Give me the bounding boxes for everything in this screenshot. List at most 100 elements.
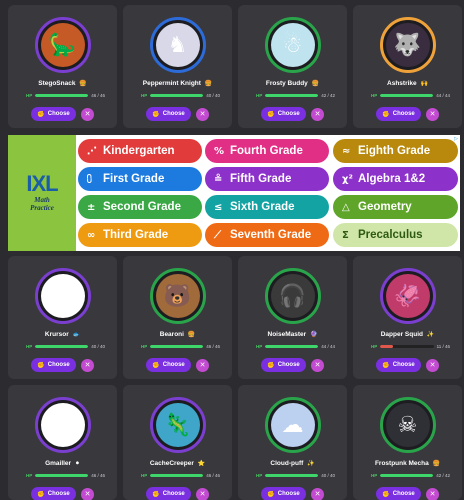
hand-icon: ✊ (267, 490, 275, 498)
monster-avatar[interactable]: 🦕 (34, 17, 91, 73)
dismiss-button[interactable]: ✕ (81, 107, 94, 121)
choose-button[interactable]: ✊ Choose (376, 487, 421, 500)
close-icon: ✕ (84, 110, 91, 118)
hand-icon: ✊ (382, 361, 390, 369)
hand-icon: ✊ (382, 490, 390, 498)
grade-link[interactable]: ± Second Grade (78, 195, 202, 219)
dismiss-button[interactable]: ✕ (311, 107, 324, 121)
choose-label: Choose (162, 491, 185, 497)
monster-avatar[interactable]: 🦑 (379, 268, 436, 324)
dismiss-button[interactable]: ✕ (311, 487, 324, 500)
monster-avatar[interactable]: ➤ (34, 268, 91, 324)
dismiss-button[interactable]: ✕ (81, 358, 94, 372)
hand-icon: ✊ (152, 110, 160, 118)
hp-value: 44 / 44 (321, 343, 335, 349)
choose-button[interactable]: ✊ Choose (31, 487, 76, 500)
monster-card[interactable]: ➤ Krursor 🐟 HP 40 / 40 ✊ Choose ✕ (8, 256, 117, 379)
monster-name: Frosty Buddy (265, 80, 308, 87)
monster-card[interactable]: ☠ Frostpunk Mecha 🍔 HP 42 / 42 ✊ Choose (353, 385, 462, 500)
hp-bar-row: HP 46 / 46 (26, 92, 105, 98)
monster-card[interactable]: ☁ Cloud-puff ✨ HP 40 / 40 ✊ Choose ✕ (238, 385, 347, 500)
monster-badge-icon: ⚫ (74, 460, 80, 467)
monster-avatar[interactable]: 🐻 (149, 268, 206, 324)
choose-label: Choose (392, 491, 415, 497)
dismiss-button[interactable]: ✕ (81, 487, 94, 500)
choose-button[interactable]: ✊ Choose (376, 107, 421, 121)
monster-card[interactable]: ☃ Frosty Buddy 🍔 HP 42 / 42 ✊ Choose ✕ (238, 5, 347, 128)
hp-bar (35, 93, 89, 97)
hp-bar (150, 93, 204, 97)
grade-link[interactable]: ≤ Sixth Grade (205, 195, 329, 219)
choose-label: Choose (47, 362, 70, 368)
grade-link[interactable]: △ Geometry (333, 195, 458, 219)
choose-button[interactable]: ✊ Choose (376, 358, 421, 372)
monster-badge-icon: 🙌 (420, 80, 428, 87)
grade-link[interactable]: ≈ Eighth Grade (333, 139, 458, 163)
hp-bar-row: HP 40 / 40 (26, 343, 105, 349)
grade-link[interactable]: ⟋ Seventh Grade (205, 223, 329, 247)
monster-card[interactable]: ♞ Peppermint Knight 🍔 HP 40 / 40 ✊ Choos… (123, 5, 232, 128)
monster-avatar[interactable]: 🐺 (379, 17, 436, 73)
choose-button[interactable]: ✊ Choose (261, 358, 306, 372)
monster-card[interactable]: ✉ Gmailler ⚫ HP 46 / 46 ✊ Choose ✕ (8, 385, 117, 500)
choose-button[interactable]: ✊ Choose (261, 487, 306, 500)
grade-label: Fifth Grade (230, 173, 292, 185)
grade-label: Fourth Grade (230, 145, 303, 157)
hand-icon: ✊ (37, 361, 45, 369)
hp-value: 11 / 46 (436, 343, 450, 349)
monster-avatar[interactable]: ♞ (149, 17, 206, 73)
hp-bar-fill (150, 473, 204, 477)
hand-icon: ✊ (37, 110, 45, 118)
monster-card[interactable]: 🐺 Ashstrike 🙌 HP 44 / 44 ✊ Choose ✕ (353, 5, 462, 128)
hp-label: HP (141, 343, 148, 349)
monster-avatar[interactable]: ☠ (379, 397, 436, 453)
hp-bar-fill (150, 344, 204, 348)
grade-label: Sixth Grade (230, 201, 295, 213)
grade-link[interactable]: Σ Precalculus (333, 223, 458, 247)
monster-card[interactable]: 🐻 Bearoni 🍔 HP 46 / 46 ✊ Choose ✕ (123, 256, 232, 379)
dismiss-button[interactable]: ✕ (426, 487, 439, 500)
choose-button[interactable]: ✊ Choose (31, 107, 76, 121)
monster-card[interactable]: 🦕 StegoSnack 🍔 HP 46 / 46 ✊ Choose ✕ (8, 5, 117, 128)
choose-button[interactable]: ✊ Choose (146, 487, 191, 500)
monster-badge-icon: ⭐ (197, 460, 206, 467)
monster-avatar-icon: ➤ (40, 274, 85, 318)
monster-avatar[interactable]: 🦎 (149, 397, 206, 453)
dismiss-button[interactable]: ✕ (196, 107, 209, 121)
hp-bar (380, 344, 434, 348)
monster-card[interactable]: 🦎 CacheCreeper ⭐ HP 46 / 46 ✊ Choose ✕ (123, 385, 232, 500)
grade-link[interactable]: ⋰ Kindergarten (78, 139, 202, 163)
monster-card[interactable]: 🎧 NoiseMaster 🔮 HP 44 / 44 ✊ Choose ✕ (238, 256, 347, 379)
monster-avatar-icon: 🦎 (155, 403, 200, 447)
grade-icon: % (214, 145, 225, 157)
choose-button[interactable]: ✊ Choose (146, 107, 191, 121)
monster-badge-icon: 🍔 (187, 331, 196, 338)
close-icon: ✕ (429, 490, 436, 498)
grade-link[interactable]: ⩇ First Grade (78, 167, 202, 191)
hp-bar-fill (380, 344, 393, 348)
choose-button[interactable]: ✊ Choose (261, 107, 306, 121)
dismiss-button[interactable]: ✕ (196, 358, 209, 372)
choose-button[interactable]: ✊ Choose (31, 358, 76, 372)
choose-button[interactable]: ✊ Choose (146, 358, 191, 372)
grade-link[interactable]: % Fourth Grade (205, 139, 329, 163)
dismiss-button[interactable]: ✕ (311, 358, 324, 372)
monster-avatar[interactable]: ✉ (34, 397, 91, 453)
grade-link[interactable]: ∞ Third Grade (78, 223, 202, 247)
monster-avatar[interactable]: ☃ (264, 17, 321, 73)
monster-card[interactable]: 🦑 Dapper Squid ✨ HP 11 / 46 ✊ Choose ✕ (353, 256, 462, 379)
grade-label: First Grade (103, 173, 165, 185)
close-icon: ✕ (199, 490, 206, 498)
hp-bar-fill (265, 344, 319, 348)
grade-link[interactable]: ≗ Fifth Grade (205, 167, 329, 191)
dismiss-button[interactable]: ✕ (426, 358, 439, 372)
hp-bar (35, 473, 89, 477)
ixl-ad-banner[interactable]: IXL Math Practice ▷ ⋰ Kindergarten% Four… (8, 135, 460, 251)
monster-avatar[interactable]: 🎧 (264, 268, 321, 324)
grade-link[interactable]: χ² Algebra 1&2 (333, 167, 458, 191)
ixl-logo[interactable]: IXL Math Practice (8, 135, 76, 251)
dismiss-button[interactable]: ✕ (426, 107, 439, 121)
monster-avatar[interactable]: ☁ (264, 397, 321, 453)
dismiss-button[interactable]: ✕ (196, 487, 209, 500)
hp-bar-row: HP 44 / 44 (371, 92, 450, 98)
